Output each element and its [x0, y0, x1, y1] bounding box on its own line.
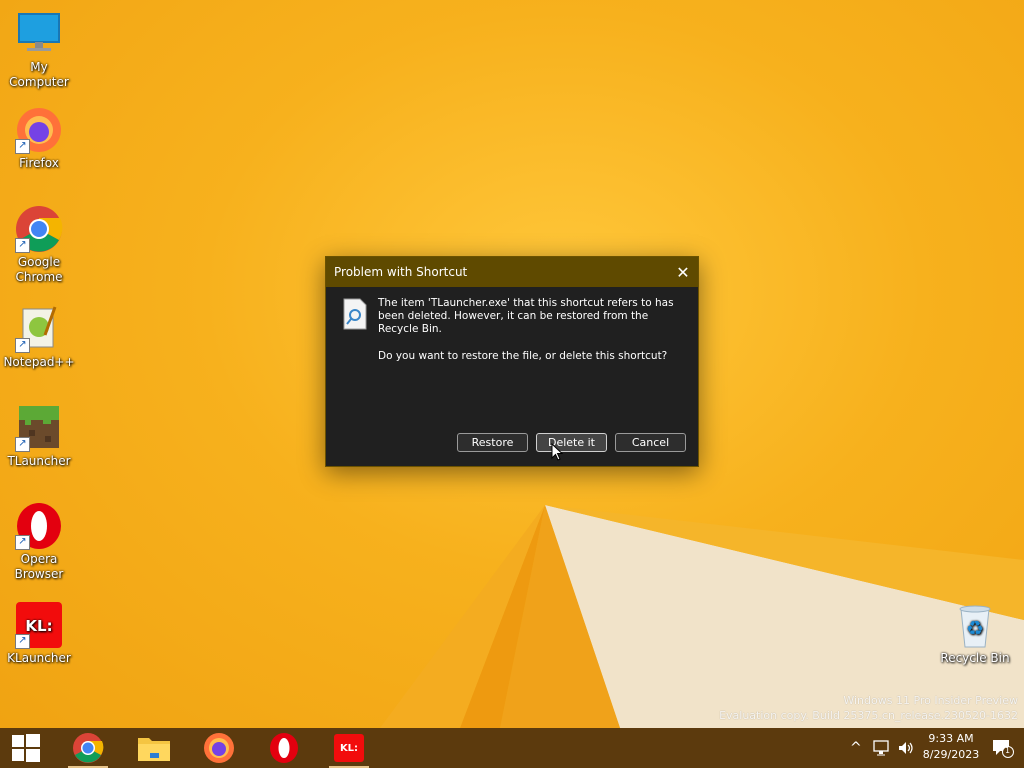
desktop-icon-label: Opera Browser — [14, 552, 64, 581]
desktop-icon-recycle-bin[interactable]: ♻ Recycle Bin — [937, 601, 1013, 666]
watermark-line-2: Evaluation copy. Build 25375.cn_release.… — [719, 709, 1018, 722]
clock[interactable]: 9:33 AM 8/29/2023 — [918, 731, 984, 763]
taskbar-klauncher[interactable]: KL: — [325, 728, 373, 768]
shortcut-arrow-icon: ↗ — [15, 437, 30, 452]
cancel-button[interactable]: Cancel — [615, 433, 686, 452]
notification-count: 1 — [1005, 746, 1011, 755]
folder-icon — [138, 738, 170, 761]
monitor-icon — [15, 10, 63, 58]
desktop-icon-opera[interactable]: ↗ Opera Browser — [1, 502, 77, 582]
desktop-icon-firefox[interactable]: ↗ Firefox — [1, 106, 77, 171]
clock-time: 9:33 AM — [928, 732, 974, 745]
shortcut-arrow-icon: ↗ — [15, 139, 30, 154]
shortcut-arrow-icon: ↗ — [15, 238, 30, 253]
problem-with-shortcut-dialog: Problem with Shortcut ✕ The item 'TLaunc… — [325, 256, 699, 467]
taskbar-chrome[interactable] — [64, 728, 112, 768]
desktop-icon-label: TLauncher — [7, 454, 71, 468]
firefox-icon — [204, 733, 234, 763]
dialog-title: Problem with Shortcut — [334, 265, 468, 279]
volume-icon[interactable] — [897, 728, 915, 768]
klauncher-logo-text: KL: — [339, 742, 359, 754]
close-icon[interactable]: ✕ — [668, 257, 698, 287]
desktop-icon-label: Google Chrome — [15, 255, 63, 284]
svg-text:♻: ♻ — [966, 616, 984, 640]
watermark-line-1: Windows 11 Pro Insider Preview — [843, 694, 1018, 707]
taskbar-file-explorer[interactable] — [130, 728, 178, 768]
desktop-icon-google-chrome[interactable]: ↗ Google Chrome — [1, 205, 77, 285]
taskbar-opera[interactable] — [260, 728, 308, 768]
clock-date: 8/29/2023 — [922, 748, 980, 761]
notification-center-button[interactable]: 1 — [992, 728, 1014, 768]
taskbar-firefox[interactable] — [195, 728, 243, 768]
show-hidden-icons-button[interactable]: ^ — [850, 728, 866, 768]
missing-file-icon — [342, 298, 368, 334]
notepadpp-icon: ↗ — [15, 305, 63, 353]
dialog-message: The item 'TLauncher.exe' that this short… — [378, 297, 674, 335]
shortcut-arrow-icon: ↗ — [15, 535, 30, 550]
taskbar: KL: ^ 9:33 AM 8/29/2023 1 — [0, 728, 1024, 768]
desktop-icon-my-computer[interactable]: My Computer — [1, 10, 77, 90]
windows-logo-icon — [12, 734, 40, 762]
desktop-icon-label: My Computer — [9, 60, 69, 89]
dialog-titlebar[interactable]: Problem with Shortcut ✕ — [326, 257, 698, 287]
mouse-cursor-icon — [551, 443, 563, 461]
svg-text:KL:: KL: — [25, 617, 52, 635]
shortcut-arrow-icon: ↗ — [15, 338, 30, 353]
shortcut-arrow-icon: ↗ — [15, 634, 30, 649]
desktop-icon-label: Notepad++ — [3, 355, 75, 369]
desktop-icon-label: KLauncher — [7, 651, 71, 665]
dialog-question: Do you want to restore the file, or dele… — [378, 350, 668, 362]
desktop-icon-notepadpp[interactable]: ↗ Notepad++ — [1, 305, 77, 370]
start-button[interactable] — [2, 728, 50, 768]
desktop-icon-klauncher[interactable]: KL: ↗ KLauncher — [1, 601, 77, 666]
opera-icon — [270, 733, 298, 763]
dialog-buttons: Restore Delete it Cancel — [457, 433, 686, 452]
desktop-icon-tlauncher[interactable]: ↗ TLauncher — [1, 404, 77, 469]
network-icon[interactable] — [873, 728, 891, 768]
restore-button[interactable]: Restore — [457, 433, 528, 452]
notification-icon — [993, 740, 1014, 758]
desktop-icon-label: Recycle Bin — [940, 651, 1010, 665]
chrome-icon: ↗ — [15, 205, 63, 253]
recycle-bin-icon: ♻ — [951, 601, 999, 649]
desktop-icon-label: Firefox — [19, 156, 59, 170]
chrome-icon — [73, 733, 104, 763]
dialog-body: The item 'TLauncher.exe' that this short… — [326, 287, 698, 363]
tlauncher-icon: ↗ — [15, 404, 63, 452]
firefox-icon: ↗ — [15, 106, 63, 154]
delete-it-button[interactable]: Delete it — [536, 433, 607, 452]
klauncher-icon: KL: ↗ — [15, 601, 63, 649]
opera-icon: ↗ — [15, 502, 63, 550]
